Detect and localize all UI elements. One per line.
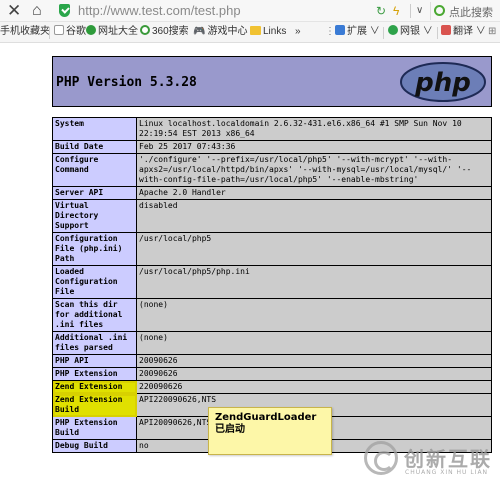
row-key: System xyxy=(52,117,137,141)
php-logo-icon: php xyxy=(400,62,486,102)
annotation-tooltip: ZendGuardLoader已启动 xyxy=(208,407,332,455)
bookmark-label: 360搜索 xyxy=(152,26,189,37)
folder-icon xyxy=(250,26,261,35)
watermark: 创新互联 CHUANG XIN HU LIAN xyxy=(362,435,500,493)
row-key: PHP Extension xyxy=(52,367,137,381)
page-content: PHP Version 5.3.28 php System Linux local… xyxy=(0,43,500,493)
bookmarks-overflow-button[interactable]: » xyxy=(295,25,301,39)
close-icon[interactable]: ✕ xyxy=(7,1,21,21)
bookmark-label: 网银 xyxy=(400,26,420,37)
row-key: Server API xyxy=(52,186,137,200)
divider xyxy=(383,27,384,39)
bookmark-label: 网址大全 xyxy=(98,26,138,37)
table-row: Configuration File (php.ini) Path/usr/lo… xyxy=(52,232,492,266)
table-row: Server API Apache 2.0 Handler xyxy=(52,186,492,200)
search-engine-icon xyxy=(434,5,445,16)
bookmark-label: 翻译 xyxy=(453,26,473,37)
row-value: Linux localhost.localdomain 2.6.32-431.e… xyxy=(136,117,492,141)
row-value: (none) xyxy=(136,298,492,332)
row-value: 220090626 xyxy=(136,380,492,394)
bank-icon xyxy=(388,25,398,35)
logo-text: php xyxy=(414,68,471,98)
search-360-icon xyxy=(140,25,150,35)
bookmark-google[interactable]: 谷歌 xyxy=(54,25,86,39)
table-row: System Linux localhost.localdomain 2.6.32… xyxy=(52,117,492,141)
table-row: PHP API 20090626 xyxy=(52,354,492,368)
lightning-icon[interactable]: ϟ xyxy=(393,3,399,19)
bookmark-game-center[interactable]: 🎮 游戏中心 xyxy=(193,25,247,39)
grid-icon xyxy=(335,25,345,35)
divider xyxy=(49,27,50,39)
phpinfo-header: PHP Version 5.3.28 php xyxy=(52,56,492,107)
bookmark-mobile-favorites[interactable]: 手机收藏夹 xyxy=(0,25,50,39)
bookmark-links[interactable]: Links xyxy=(250,25,286,39)
table-row: Build Date Feb 25 2017 07:43:36 xyxy=(52,140,492,154)
row-value: 20090626 xyxy=(136,367,492,381)
row-key: PHP Extension Build xyxy=(52,416,137,440)
divider xyxy=(437,27,438,39)
site-icon xyxy=(86,25,96,35)
search-placeholder: 点此搜索 xyxy=(449,7,493,19)
row-key: Loaded Configuration File xyxy=(52,265,137,299)
home-icon[interactable]: ⌂ xyxy=(32,1,42,21)
table-row: PHP Extension 20090626 xyxy=(52,367,492,381)
bookmark-label: Links xyxy=(263,26,287,37)
security-shield-icon[interactable] xyxy=(59,4,70,17)
bookmark-label: 谷歌 xyxy=(66,26,86,37)
table-row: Scan this dir for additional .ini files(… xyxy=(52,298,492,332)
row-key: Zend Extension Build xyxy=(52,393,137,417)
row-key: Configure Command xyxy=(52,153,137,187)
row-value: Feb 25 2017 07:43:36 xyxy=(136,140,492,154)
row-value: /usr/local/php5 xyxy=(136,232,492,266)
page-icon xyxy=(54,25,64,35)
table-row: Zend Extension 220090626 xyxy=(52,380,492,394)
bookmark-site-directory[interactable]: 网址大全 xyxy=(86,25,138,39)
watermark-cn: 创新互联 xyxy=(404,447,492,471)
table-row: Loaded Configuration File/usr/local/php5… xyxy=(52,265,492,299)
address-bar: ✕ ⌂ http://www.test.com/test.php ↻ ϟ ∨ 点… xyxy=(0,0,500,22)
bookmark-translate[interactable]: 翻译 ∨ xyxy=(441,25,486,39)
row-key: Additional .ini files parsed xyxy=(52,331,137,355)
divider xyxy=(410,4,411,18)
bookmark-label: 游戏中心 xyxy=(207,26,248,37)
bookmark-label: 扩展 xyxy=(347,26,367,37)
refresh-icon[interactable]: ↻ xyxy=(376,3,386,19)
menu-dots-icon[interactable]: ⋮ xyxy=(325,25,335,39)
row-key: Scan this dir for additional .ini files xyxy=(52,298,137,332)
row-value: disabled xyxy=(136,199,492,233)
bookmark-label: 手机收藏夹 xyxy=(0,26,50,37)
row-key: Build Date xyxy=(52,140,137,154)
row-key: Zend Extension xyxy=(52,380,137,394)
row-value: Apache 2.0 Handler xyxy=(136,186,492,200)
bookmark-extensions[interactable]: 扩展 ∨ xyxy=(335,25,380,39)
row-key: Configuration File (php.ini) Path xyxy=(52,232,137,266)
row-key: PHP API xyxy=(52,354,137,368)
row-key: Virtual Directory Support xyxy=(52,199,137,233)
url-field[interactable]: http://www.test.com/test.php xyxy=(78,3,241,19)
watermark-logo-icon xyxy=(364,441,398,475)
row-value: 20090626 xyxy=(136,354,492,368)
overflow-chevron-icon: » xyxy=(295,26,301,37)
gamepad-icon: 🎮 xyxy=(193,26,206,37)
table-row: Virtual Directory Support disabled xyxy=(52,199,492,233)
table-row: Additional .ini files parsed (none) xyxy=(52,331,492,355)
more-icon[interactable]: ⊞ xyxy=(488,25,496,39)
bookmark-360-search[interactable]: 360搜索 xyxy=(140,25,189,39)
row-value: /usr/local/php5/php.ini xyxy=(136,265,492,299)
phpinfo-table: System Linux localhost.localdomain 2.6.32… xyxy=(52,117,492,453)
search-input[interactable]: 点此搜索 xyxy=(430,2,500,20)
bookmark-online-banking[interactable]: 网银 ∨ xyxy=(388,25,433,39)
annotation-text: ZendGuardLoader已启动 xyxy=(215,412,317,435)
row-value: (none) xyxy=(136,331,492,355)
watermark-en: CHUANG XIN HU LIAN xyxy=(405,469,489,476)
chevron-down-icon[interactable]: ∨ xyxy=(416,3,423,19)
table-row: Configure Command './configure' '--prefix… xyxy=(52,153,492,187)
row-value: './configure' '--prefix=/usr/local/php5'… xyxy=(136,153,492,187)
page-title: PHP Version 5.3.28 xyxy=(56,75,197,90)
row-key: Debug Build xyxy=(52,439,137,453)
bookmarks-bar: 手机收藏夹 谷歌 网址大全 360搜索 🎮 游戏中心 Links » ⋮ 扩展 ∨… xyxy=(0,22,500,43)
translate-icon xyxy=(441,25,451,35)
